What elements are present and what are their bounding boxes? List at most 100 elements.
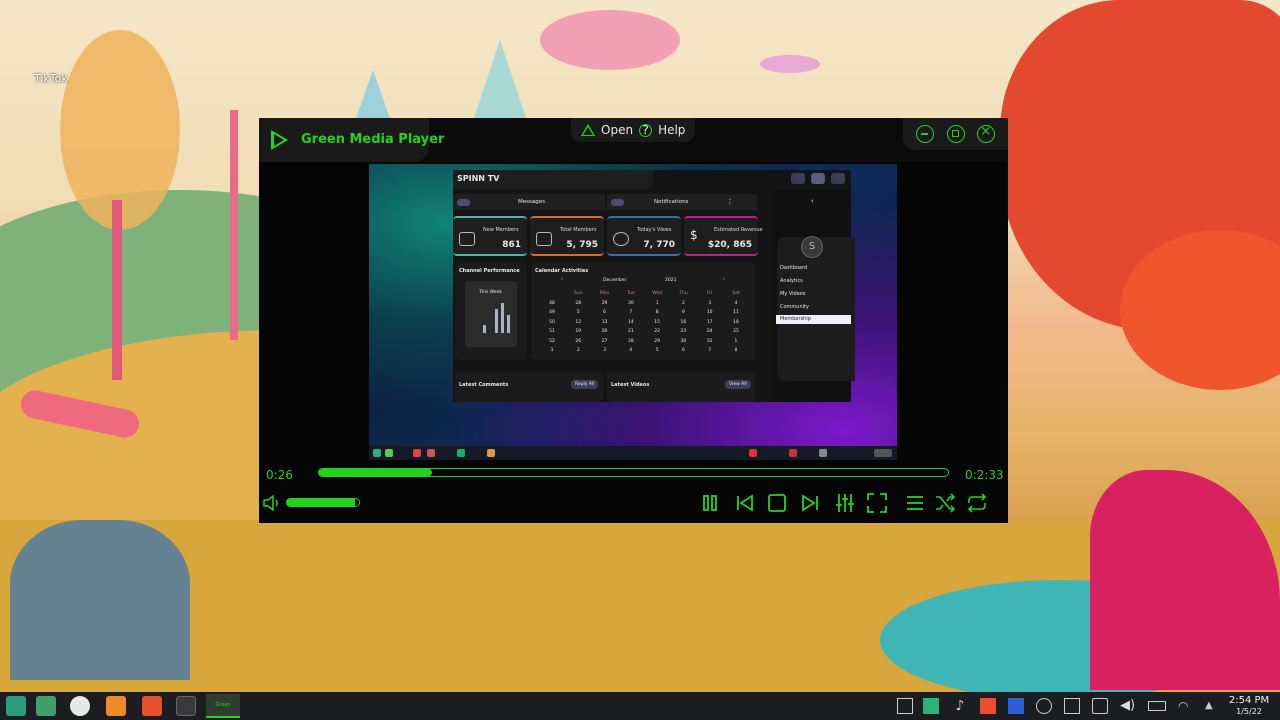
video-frame[interactable]: SPINN TV Messages Notifications ⋮ New Me… (369, 164, 897, 460)
weekday-row: Sun Mon Tue Wed Thu Fri Sat (539, 289, 749, 299)
minimize-icon[interactable] (915, 125, 934, 143)
calendar-week: 49 5 6 7 8 9 10 11 (549, 310, 739, 315)
video-taskbar-icon (749, 449, 757, 457)
avatar: S (801, 236, 823, 258)
stat-card: Today's Views 7, 770 (607, 216, 681, 256)
word-icon[interactable] (1008, 698, 1024, 714)
repeat-icon[interactable] (966, 492, 988, 514)
panel-title: Latest Comments (459, 382, 509, 388)
tray-expand-icon[interactable]: ▲ (1205, 698, 1221, 714)
update-icon[interactable] (1036, 698, 1052, 714)
sublime-text-icon[interactable] (106, 696, 126, 716)
stat-value: 5, 795 (566, 240, 598, 250)
panel-title: Channel Performance (459, 268, 520, 274)
taskbar-green-media-player[interactable]: Green (206, 694, 240, 718)
sidebar-item-analytics: Analytics (780, 278, 803, 284)
stat-label: Today's Views (637, 227, 672, 233)
terminal-tray-icon[interactable] (1064, 698, 1080, 714)
stat-card: $ Estimated Revenue $20, 865 (684, 216, 763, 256)
open-icon[interactable] (581, 124, 595, 136)
calendar-week: 48 28 29 30 1 2 3 4 (549, 300, 738, 306)
battery-icon[interactable] (1148, 701, 1166, 711)
video-app-title: SPINN TV (457, 174, 500, 183)
brave-tray-icon[interactable] (980, 698, 996, 714)
eye-icon (613, 232, 629, 246)
speaker-icon[interactable]: ◀) (1120, 698, 1136, 714)
play-logo-icon (271, 130, 288, 150)
menu-help[interactable]: Help (658, 123, 685, 137)
terminal-icon[interactable] (176, 696, 196, 716)
notifications-bar: Notifications ⋮ (607, 194, 757, 210)
tray-app-icon[interactable] (923, 698, 939, 714)
calendar-week: 12345678 (550, 348, 738, 353)
stop-icon[interactable] (766, 492, 788, 514)
wifi-icon[interactable]: ◠ (1178, 698, 1194, 714)
video-window-icon (811, 173, 825, 184)
pause-icon[interactable] (699, 492, 721, 514)
desktop-icon-label[interactable]: TikTok (34, 72, 68, 85)
volume-level (287, 499, 356, 506)
video-taskbar-icon (819, 449, 827, 457)
clock-date: 1/5/22 (1236, 707, 1262, 716)
show-desktop-icon[interactable] (897, 698, 913, 714)
stat-value: $20, 865 (707, 240, 752, 250)
close-icon[interactable] (977, 124, 996, 143)
video-taskbar-icon (413, 449, 421, 457)
weekday: Mon (599, 291, 610, 296)
stat-value: 861 (502, 240, 521, 250)
chart-caption: This Week (479, 290, 502, 295)
notification-bell-icon[interactable]: ♪ (952, 698, 968, 714)
video-app-dashboard: SPINN TV Messages Notifications ⋮ New Me… (453, 170, 855, 402)
time-total: 0:2:33 (965, 468, 1004, 482)
user-add-icon (459, 232, 475, 246)
users-icon (536, 232, 552, 246)
video-taskbar (369, 446, 897, 460)
maximize-icon[interactable] (946, 125, 965, 143)
chart-bar (507, 315, 510, 333)
messages-icon (457, 198, 470, 206)
volume-slider[interactable] (286, 498, 360, 507)
next-month-icon: › (723, 277, 725, 282)
video-taskbar-icon (487, 449, 495, 457)
sidebar-item-community: Community (780, 304, 809, 310)
app-menu-icon[interactable] (6, 696, 26, 716)
calendar-week: 51 19 20 21 22 23 24 25 (549, 329, 739, 334)
video-taskbar-clock (874, 449, 892, 457)
weekday: Sun (574, 291, 583, 296)
stat-label: Estimated Revenue (714, 227, 763, 233)
weekday: Wed (652, 291, 663, 296)
sidebar-item-dashboard: Dashboard (780, 265, 808, 271)
calendar-month: December (603, 278, 627, 283)
clipboard-icon[interactable] (1092, 698, 1108, 714)
previous-icon[interactable] (734, 492, 756, 514)
file-manager-icon[interactable] (36, 696, 56, 716)
notifications-icon (611, 198, 624, 206)
menu-bar: Open ? Help (571, 118, 695, 142)
weekday: Fri (707, 291, 713, 296)
notifications-label: Notifications (654, 199, 689, 205)
stat-label: New Members (483, 227, 519, 233)
shuffle-icon[interactable] (934, 492, 956, 514)
stat-card: Total Members 5, 795 (530, 216, 604, 256)
brave-browser-icon[interactable] (142, 696, 162, 716)
fullscreen-icon[interactable] (866, 492, 888, 514)
playlist-icon[interactable] (904, 492, 926, 514)
seek-progress (319, 469, 433, 476)
prev-month-icon: ‹ (561, 277, 563, 282)
updater-icon[interactable] (70, 696, 90, 716)
chart-bar (495, 309, 498, 333)
volume-icon[interactable] (262, 494, 282, 512)
help-icon[interactable]: ? (639, 123, 653, 137)
taskbar-clock[interactable]: 2:54 PM 1/5/22 (1226, 695, 1272, 717)
video-window-icon (831, 173, 845, 184)
reply-all-button: Reply All (571, 380, 599, 389)
menu-open[interactable]: Open (601, 123, 633, 137)
video-window-icon (791, 173, 805, 184)
clock-time: 2:54 PM (1228, 695, 1270, 706)
equalizer-icon[interactable] (834, 492, 856, 514)
media-player-window: Green Media Player Open ? Help SPINN TV … (259, 118, 1008, 523)
calendar-year: 2021 (665, 278, 677, 283)
seek-bar[interactable] (318, 468, 949, 477)
sidebar-item-my-videos: My Videos (780, 291, 806, 297)
next-icon[interactable] (799, 492, 821, 514)
